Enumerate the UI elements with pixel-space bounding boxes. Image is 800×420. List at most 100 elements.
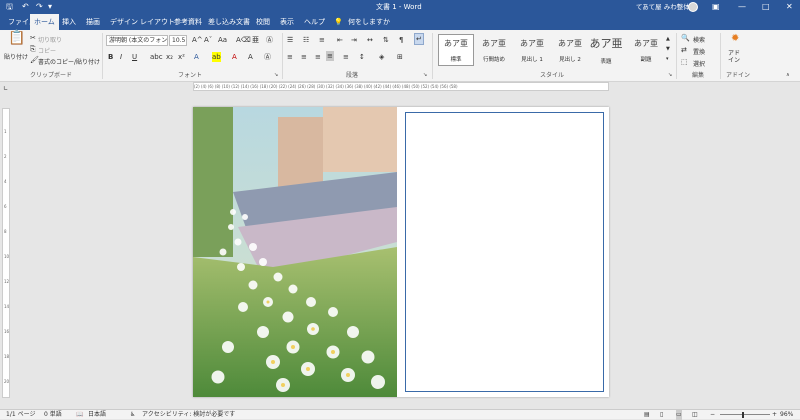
tab-insert[interactable]: 挿入	[58, 14, 80, 30]
change-case-icon[interactable]: Aa	[218, 35, 227, 45]
document-title: 文書 1 - Word	[376, 3, 422, 11]
highlight-icon[interactable]: ab	[212, 52, 221, 62]
collapse-ribbon-icon[interactable]: ∧	[786, 70, 790, 80]
paragraph-dialog-launcher-icon[interactable]: ↘	[423, 70, 427, 80]
text-effects-icon[interactable]: A	[194, 52, 199, 62]
bold-icon[interactable]: B	[108, 52, 113, 62]
style-heading-2[interactable]: あア亜 見出し 2	[552, 34, 588, 66]
redo-icon[interactable]: ↷	[36, 1, 43, 13]
select-button[interactable]: 選択	[693, 59, 705, 68]
zoom-slider-thumb[interactable]	[742, 412, 744, 418]
find-button[interactable]: 検索	[693, 35, 705, 44]
font-dialog-launcher-icon[interactable]: ↘	[274, 70, 278, 80]
shading-icon[interactable]: ◈	[379, 52, 384, 62]
font-name-combo[interactable]: 游明朝 (本文のフォン	[106, 35, 168, 46]
ribbon-tabs: ファイル ホーム 挿入 描画 デザイン レイアウト 参考資料 差し込み文書 校閲…	[0, 14, 800, 30]
underline-icon[interactable]: U	[132, 52, 137, 62]
tab-references[interactable]: 参考資料	[170, 14, 206, 30]
justify-icon[interactable]: ≡	[326, 51, 334, 61]
title-bar: 🖫 ↶ ↷ ▾ 文書 1 - Word てあて屋 みわ整体 ▣ — □ ✕	[0, 0, 800, 14]
replace-button[interactable]: 置換	[693, 47, 705, 56]
multilevel-list-icon[interactable]: ≡	[319, 35, 325, 45]
increase-indent-icon[interactable]: ⇥	[351, 35, 357, 45]
decrease-indent-icon[interactable]: ⇤	[337, 35, 343, 45]
distributed-icon[interactable]: ≡	[343, 52, 349, 62]
save-icon[interactable]: 🖫	[6, 1, 13, 13]
numbering-icon[interactable]: ☷	[303, 35, 309, 45]
strikethrough-icon[interactable]: abc	[150, 52, 163, 62]
restore-button[interactable]: □	[762, 0, 770, 14]
status-bar: 1/1 ページ 0 単語 📖 日本語 ♿ アクセシビリティ: 検討が必要です ▤…	[0, 409, 800, 420]
char-border-icon[interactable]: Ⓐ	[264, 52, 271, 62]
tab-home[interactable]: ホーム	[30, 14, 59, 30]
grow-font-icon[interactable]: A^	[192, 35, 203, 45]
paste-icon[interactable]: 📋	[8, 31, 25, 45]
text-box-frame[interactable]	[405, 112, 604, 392]
styles-scroll-down-icon[interactable]: ▼	[666, 44, 670, 54]
styles-scroll-up-icon[interactable]: ▲	[666, 34, 670, 44]
tab-review[interactable]: 校閲	[252, 14, 274, 30]
sort-icon[interactable]: ⇅	[383, 35, 389, 45]
customize-qat-icon[interactable]: ▾	[48, 1, 52, 13]
zoom-slider[interactable]	[720, 414, 770, 415]
align-right-icon[interactable]: ≡	[315, 52, 321, 62]
minimize-button[interactable]: —	[738, 0, 746, 14]
select-icon[interactable]: ⬚	[681, 57, 688, 67]
document-page[interactable]	[193, 107, 609, 397]
style-no-spacing[interactable]: あア亜 行間詰め	[476, 34, 512, 66]
cut-button[interactable]: 切り取り	[38, 35, 62, 44]
search-icon[interactable]: 🔍	[681, 33, 690, 43]
paste-button[interactable]: 貼り付け	[4, 52, 28, 61]
scissors-icon[interactable]: ✂	[30, 33, 36, 43]
shrink-font-icon[interactable]: Aˇ	[204, 35, 212, 45]
font-color-icon[interactable]: A	[232, 52, 237, 62]
tab-help[interactable]: ヘルプ	[300, 14, 329, 30]
borders-icon[interactable]: ⊞	[397, 52, 403, 62]
ribbon: 📋 貼り付け ✂ 切り取り ⎘ コピー 🖌 書式のコピー/貼り付け クリップボー…	[0, 30, 800, 82]
style-heading-1[interactable]: あア亜 見出し 1	[514, 34, 550, 66]
styles-group-label: スタイル	[540, 72, 565, 79]
flower-garden-image[interactable]	[193, 107, 397, 397]
format-painter-button[interactable]: 書式のコピー/貼り付け	[38, 57, 100, 66]
superscript-icon[interactable]: x²	[178, 52, 185, 62]
align-center-icon[interactable]: ≡	[301, 52, 307, 62]
text-direction-icon[interactable]: ↵	[414, 33, 424, 45]
ribbon-display-icon[interactable]: ▣	[712, 0, 720, 14]
vertical-ruler[interactable]: 1 2 4 6 8 10 12 14 16 18 20	[2, 108, 10, 398]
show-formatting-icon[interactable]: ¶	[399, 35, 403, 45]
tab-selector-icon[interactable]: ∟	[3, 84, 8, 94]
subscript-icon[interactable]: x₂	[166, 52, 173, 62]
tab-mailings[interactable]: 差し込み文書	[204, 14, 254, 30]
asian-layout-icon[interactable]: ↔	[367, 35, 373, 45]
style-subtitle[interactable]: あア亜 副題	[628, 34, 664, 66]
copy-button[interactable]: コピー	[38, 46, 56, 55]
avatar[interactable]	[688, 2, 698, 12]
char-shading-icon[interactable]: A	[248, 52, 253, 62]
separator	[432, 33, 433, 79]
tab-draw[interactable]: 描画	[82, 14, 104, 30]
separator	[282, 33, 283, 79]
horizontal-ruler[interactable]: (2) (4) (6) (8) (10) (12) (14) (16) (18)…	[193, 82, 609, 91]
font-group-label: フォント	[178, 72, 203, 79]
tab-view[interactable]: 表示	[276, 14, 298, 30]
copy-icon[interactable]: ⎘	[30, 44, 36, 54]
addin-button[interactable]: アド イン	[728, 50, 740, 64]
align-left-icon[interactable]: ≡	[287, 52, 293, 62]
bullets-icon[interactable]: ☰	[287, 35, 293, 45]
phonetic-guide-icon[interactable]: 亜	[252, 35, 259, 45]
undo-icon[interactable]: ↶	[22, 1, 29, 13]
replace-icon[interactable]: ⇄	[681, 45, 687, 55]
user-name[interactable]: てあて屋 みわ整体	[636, 0, 690, 14]
styles-dialog-launcher-icon[interactable]: ↘	[668, 70, 672, 80]
style-title[interactable]: あア亜 表題	[588, 34, 624, 66]
font-size-combo[interactable]: 10.5	[169, 35, 187, 46]
close-button[interactable]: ✕	[786, 0, 793, 14]
line-spacing-icon[interactable]: ↕	[359, 52, 365, 62]
style-normal[interactable]: あア亜 標準	[438, 34, 474, 66]
clear-format-icon[interactable]: A⌫	[236, 35, 251, 45]
addin-icon[interactable]: ✹	[731, 34, 739, 44]
styles-more-icon[interactable]: ▾	[666, 54, 669, 64]
enclose-char-icon[interactable]: Ⓐ	[266, 35, 273, 45]
tell-me-search[interactable]: 何をしますか	[344, 14, 394, 30]
italic-icon[interactable]: I	[120, 52, 122, 62]
